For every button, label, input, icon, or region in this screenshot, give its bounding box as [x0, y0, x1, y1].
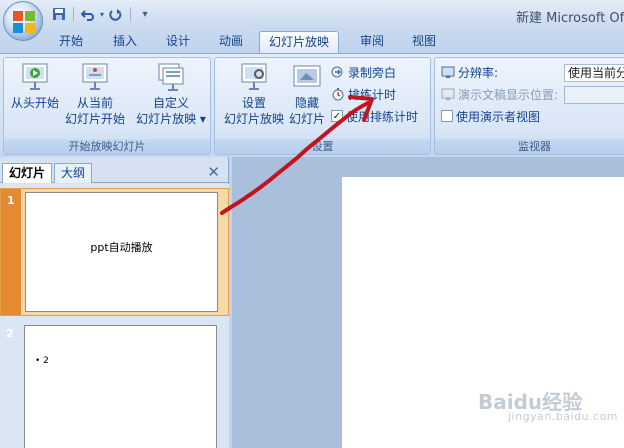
rehearse-timings-button[interactable]: 排练计时: [331, 85, 396, 103]
hide-slide-icon: [290, 61, 324, 93]
office-button[interactable]: [3, 1, 43, 41]
rehearse-timings-label: 排练计时: [348, 87, 397, 102]
tab-insert[interactable]: 插入: [104, 31, 146, 53]
show-presentation-on-select[interactable]: [564, 86, 624, 104]
pane-tabs: 幻灯片 大纲: [0, 163, 229, 183]
slide-thumbnail[interactable]: ppt自动播放: [25, 192, 218, 312]
slide-number: 2: [6, 327, 14, 340]
group-start-slide-show: 从头开始 从当前 幻灯片开始 自定义 幻灯片放映 ▾ 开始放映幻灯片: [3, 57, 211, 155]
slideshow-play-icon: [18, 61, 52, 93]
tab-slides[interactable]: 幻灯片: [2, 163, 53, 183]
slideshow-current-icon: [78, 61, 112, 93]
group-setup: 设置 幻灯片放映 隐藏 幻灯片 录制旁白 排练计时 ✓ 使用排练计时 设置: [214, 57, 431, 155]
from-beginning-label: 从头开始: [10, 96, 59, 110]
redo-icon[interactable]: [107, 5, 125, 23]
hide-slide-button[interactable]: 隐藏 幻灯片: [287, 61, 327, 127]
tab-outline[interactable]: 大纲: [54, 163, 93, 183]
presenter-view-checkbox[interactable]: 使用演示者视图: [441, 107, 540, 125]
setup-label-2: 幻灯片放映: [223, 112, 284, 126]
hide-label-2: 幻灯片: [288, 112, 325, 126]
resolution-label: 分辨率:: [458, 65, 499, 80]
qat-divider: [130, 7, 132, 21]
from-beginning-button[interactable]: 从头开始: [8, 61, 62, 111]
resolution-icon: [441, 65, 455, 79]
checkbox-checked-icon: ✓: [331, 110, 343, 122]
use-rehearsed-timings-checkbox[interactable]: ✓ 使用排练计时: [331, 107, 418, 125]
custom-show-label-1: 自定义: [152, 96, 189, 110]
custom-show-label-2: 幻灯片放映 ▾: [136, 112, 206, 126]
window-title: 新建 Microsoft Of: [516, 11, 624, 26]
presenter-view-label: 使用演示者视图: [456, 109, 541, 124]
tab-design[interactable]: 设计: [157, 31, 199, 53]
office-logo-icon: [13, 11, 35, 33]
hide-label-1: 隐藏: [294, 96, 319, 110]
from-current-label-1: 从当前: [76, 96, 113, 110]
title-bar: ▾ ▾ 新建 Microsoft Of: [0, 0, 624, 30]
selection-bar: [1, 189, 21, 315]
setup-show-icon: [237, 61, 271, 93]
group-label-monitors: 监视器: [435, 139, 624, 154]
group-label-setup: 设置: [215, 139, 430, 154]
tab-review[interactable]: 审阅: [351, 31, 393, 53]
ribbon-tabs: 开始 插入 设计 动画 幻灯片放映 审阅 视图: [0, 30, 624, 53]
tab-animations[interactable]: 动画: [210, 31, 252, 53]
slide-thumbnail-text: ppt自动播放: [90, 241, 153, 254]
show-presentation-on-label: 演示文稿显示位置:: [458, 87, 559, 102]
slide-number: 1: [7, 194, 15, 207]
checkbox-unchecked-icon: [441, 110, 453, 122]
use-rehearsed-timings-label: 使用排练计时: [346, 109, 419, 124]
microphone-icon: [331, 65, 345, 79]
undo-dropdown-icon[interactable]: ▾: [100, 10, 104, 19]
close-icon[interactable]: ✕: [207, 163, 220, 181]
show-presentation-on-row: 演示文稿显示位置:: [441, 85, 558, 103]
setup-slide-show-button[interactable]: 设置 幻灯片放映: [219, 61, 289, 127]
watermark-url: jingyan.baidu.com: [508, 410, 619, 423]
slide-thumbnail[interactable]: • 2: [24, 325, 217, 448]
group-label-start: 开始放映幻灯片: [4, 139, 210, 154]
display-icon: [441, 87, 455, 101]
from-current-label-2: 幻灯片开始: [64, 112, 125, 126]
ribbon: 从头开始 从当前 幻灯片开始 自定义 幻灯片放映 ▾ 开始放映幻灯片 设置 幻灯…: [0, 53, 624, 157]
slide-thumbnail-text: • 2: [35, 356, 49, 366]
stopwatch-icon: [331, 87, 345, 101]
save-icon[interactable]: [50, 5, 68, 23]
watermark: Baidu经验 jingyan.baidu.com: [478, 386, 618, 423]
record-narration-button[interactable]: 录制旁白: [331, 63, 396, 81]
resolution-select[interactable]: 使用当前分: [564, 64, 624, 82]
custom-slide-show-button[interactable]: 自定义 幻灯片放映 ▾: [134, 61, 208, 127]
from-current-slide-button[interactable]: 从当前 幻灯片开始: [62, 61, 128, 127]
tab-view[interactable]: 视图: [403, 31, 445, 53]
custom-show-icon: [154, 61, 188, 93]
slide-thumbnail-row[interactable]: 2 • 2: [0, 322, 229, 448]
qat-divider: [73, 7, 74, 21]
customize-icon[interactable]: ▾: [136, 5, 154, 23]
setup-label-1: 设置: [241, 96, 266, 110]
slides-pane: 幻灯片 大纲 ✕ 1 ppt自动播放 2 • 2: [0, 157, 229, 448]
tab-home[interactable]: 开始: [50, 31, 92, 53]
resolution-row: 分辨率:: [441, 63, 498, 81]
slide-thumbnail-row[interactable]: 1 ppt自动播放: [0, 188, 229, 316]
group-monitors: 分辨率: 使用当前分 演示文稿显示位置: 使用演示者视图 监视器: [434, 57, 624, 155]
undo-icon[interactable]: [79, 5, 97, 23]
quick-access-toolbar: ▾ ▾: [50, 5, 154, 23]
tab-slide-show[interactable]: 幻灯片放映: [259, 31, 340, 53]
record-narration-label: 录制旁白: [348, 65, 397, 80]
slide-thumbnails: 1 ppt自动播放 2 • 2: [0, 184, 229, 448]
